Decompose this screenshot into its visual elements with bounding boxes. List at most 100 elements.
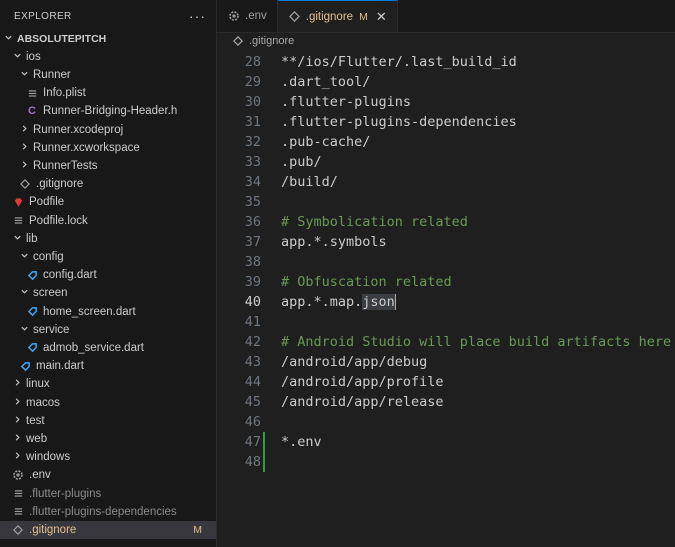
tree-item[interactable]: main.dart [0,357,216,375]
tree-item[interactable]: Podfile.lock [0,212,216,230]
code-line[interactable]: 40 app.*.map. json [217,292,675,312]
code-line[interactable]: 35 [217,192,675,212]
tree-item-label: home_screen.dart [43,305,136,318]
added-line-marker [263,452,265,472]
code-line[interactable]: 42 # Android Studio will place build arti… [217,332,675,352]
line-number: 36 [244,214,261,230]
tree-item-label: Info.plist [43,87,86,100]
code-line[interactable]: 48 [217,452,675,472]
dart-icon [25,270,39,281]
tree-item[interactable]: .gitignore M [0,520,216,539]
tree-item[interactable]: Runner.xcworkspace [0,139,216,157]
code-line[interactable]: 34/build/ [217,172,675,192]
tree-item[interactable]: screen [0,284,216,302]
tree-item[interactable]: admob_service.dart [0,339,216,357]
tree-item-label: web [26,432,48,445]
tree-item-label: .gitignore [29,523,77,536]
chevron-down-icon [11,233,23,245]
chevron-down-icon [2,33,14,45]
tree-item[interactable]: service [0,321,216,339]
tree-item-label: Runner [33,68,71,81]
code-line[interactable]: 41 [217,312,675,332]
code-line[interactable]: 31 .flutter-plugins-dependencies [217,112,675,132]
code-line[interactable]: 30 .flutter-plugins [217,92,675,112]
tree-item[interactable]: Runner.xcodeproj [0,121,216,139]
chevron-right-icon [18,124,30,136]
gear-icon [227,10,241,22]
tree-item[interactable]: .flutter-plugins [0,485,216,503]
tree-item[interactable]: windows [0,448,216,466]
tree-item[interactable]: .flutter-plugins-dependencies [0,503,216,521]
tree-item-label: screen [33,287,68,300]
code-line[interactable]: 33 .pub/ [217,152,675,172]
tree-item[interactable]: C Runner-Bridging-Header.h [0,102,216,120]
c-header-icon: C [28,105,36,118]
tab-env[interactable]: .env [217,0,278,32]
line-number: 31 [244,114,261,130]
code-line[interactable]: 29 .dart_tool/ [217,72,675,92]
code-line[interactable]: 39 # Obfuscation related [217,272,675,292]
breadcrumb-file: .gitignore [249,35,295,47]
tree-item-label: windows [26,451,71,464]
tab-gitignore[interactable]: .gitignore M ✕ [277,0,398,32]
tab-bar: .env .gitignore M ✕ [217,0,675,33]
line-text: .dart_tool/ [281,74,371,90]
tree-item[interactable]: home_screen.dart [0,303,216,321]
code-line[interactable]: 32 .pub-cache/ [217,132,675,152]
tree-item[interactable]: Info.plist [0,84,216,102]
tree-item-label: ABSOLUTEPITCH [17,32,107,45]
tree-item[interactable]: macos [0,394,216,412]
chevron-right-icon [18,142,30,154]
tree-item[interactable]: lib [0,230,216,248]
line-number: 46 [244,414,261,430]
explorer-header: EXPLORER ··· [0,0,216,32]
code-line[interactable]: 38 [217,252,675,272]
code-line[interactable]: 28 **/ios/Flutter/.last_build_id [217,52,675,72]
dart-icon [25,306,39,317]
tree-item-label: main.dart [36,360,84,373]
tree-item[interactable]: test [0,412,216,430]
line-number: 32 [244,134,261,150]
tree-item[interactable]: ios [0,48,216,66]
tree-item-label: Runner-Bridging-Header.h [43,105,178,118]
modified-badge: M [193,523,202,536]
tree-item[interactable]: .gitignore [0,175,216,193]
tree-item[interactable]: RunnerTests [0,157,216,175]
tree-item-label: .flutter-plugins-dependencies [29,505,177,518]
line-number: 29 [244,74,261,90]
explorer-sidebar: EXPLORER ··· ABSOLUTEPITCH ios Runner Info.… [0,0,217,547]
gitignore-icon [231,36,245,46]
tree-item-label: test [26,414,45,427]
modified-badge: M [359,10,368,23]
code-editor[interactable]: 28 **/ios/Flutter/.last_build_id 29 .dart_t… [217,52,675,547]
code-line[interactable]: 46 [217,412,675,432]
more-actions-icon[interactable]: ··· [189,8,206,24]
tree-item[interactable]: Runner [0,66,216,84]
line-text: .flutter-plugins [281,94,412,110]
chevron-down-icon [18,324,30,336]
line-number: 44 [244,374,261,390]
code-line[interactable]: 44/android/app/profile [217,372,675,392]
line-text: /android/app/debug [281,354,428,370]
tree-item[interactable]: linux [0,375,216,393]
breadcrumb[interactable]: .gitignore [217,33,675,49]
tree-item-label: config.dart [43,269,97,282]
tree-item[interactable]: web [0,430,216,448]
line-number: 42 [244,334,261,350]
code-line[interactable]: 45/android/app/release [217,392,675,412]
tree-item[interactable]: config [0,248,216,266]
code-line[interactable]: 36 # Symbolication related [217,212,675,232]
close-icon[interactable]: ✕ [376,9,387,25]
code-line[interactable]: 47 *.env [217,432,675,452]
tree-item-label: Runner.xcworkspace [33,141,140,154]
code-line[interactable]: 37 app.*.symbols [217,232,675,252]
dart-icon [18,361,32,372]
tree-item[interactable]: config.dart [0,266,216,284]
tree-item[interactable]: ABSOLUTEPITCH [0,30,216,48]
tree-item[interactable]: Podfile [0,193,216,211]
tree-item-label: ios [26,50,41,63]
tree-item-label: admob_service.dart [43,341,144,354]
line-number: 41 [244,314,261,330]
tree-item[interactable]: .env [0,466,216,484]
code-line[interactable]: 43/android/app/debug [217,352,675,372]
